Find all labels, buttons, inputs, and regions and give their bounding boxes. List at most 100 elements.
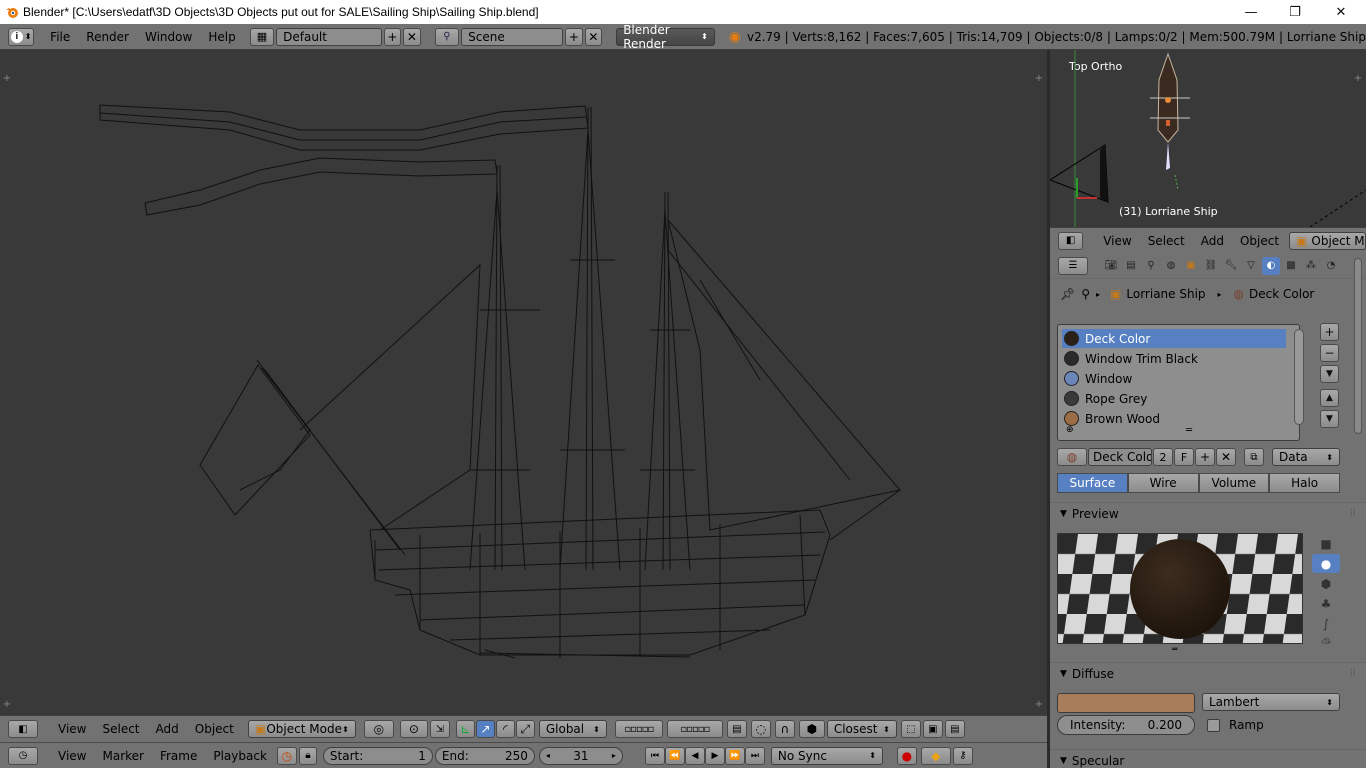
new-material-button[interactable]: + [1195, 448, 1215, 466]
translate-manipulator-button[interactable]: ⊾ [455, 720, 475, 738]
mini-menu-add[interactable]: Add [1193, 234, 1232, 248]
unlink-material-button[interactable]: ✕ [1216, 448, 1236, 466]
manipulator-toggle[interactable]: ⇲ [429, 720, 450, 738]
list-filter-icon[interactable]: ⊕ [1066, 425, 1074, 435]
particles-tab-icon[interactable]: ⁂ [1302, 257, 1320, 275]
transform-orientation-select[interactable]: Global ⬍ [538, 720, 607, 738]
arc-manipulator-button[interactable]: ◜ [495, 720, 515, 738]
menu-render[interactable]: Render [78, 30, 137, 44]
editor-type-info-button[interactable]: i ⬍ [8, 27, 35, 46]
material-list-scrollbar[interactable] [1294, 329, 1304, 425]
material-link-select[interactable]: Data ⬍ [1272, 448, 1340, 466]
layers-group-2[interactable]: ▫▫▫▫▫ [666, 720, 723, 738]
move-slot-up-button[interactable]: ▲ [1320, 389, 1339, 407]
scale-manipulator-button[interactable]: ⤢ [515, 720, 535, 738]
pin-icon[interactable]: 📌︎ [1060, 287, 1075, 301]
snap-element-select[interactable]: ⬢ [798, 720, 825, 738]
use-preview-range-button[interactable]: ◷ [276, 746, 297, 765]
render-engine-select[interactable]: Blender Render ⬍ [616, 23, 715, 51]
sync-mode-select[interactable]: No Sync ⬍ [770, 746, 883, 765]
tab-surface[interactable]: Surface [1057, 473, 1128, 493]
auto-keyframe-button[interactable]: ● [896, 746, 917, 765]
preview-hair-button[interactable]: ∫ [1312, 614, 1340, 633]
physics-tab-icon[interactable]: ◔ [1322, 257, 1340, 275]
viewport-shading-select[interactable]: ◎ [363, 720, 394, 738]
preview-sphere-button[interactable]: ● [1312, 554, 1340, 573]
move-slot-down-button[interactable]: ▼ [1320, 410, 1339, 428]
keying-set-button[interactable]: ◆ [920, 746, 951, 765]
properties-scrollbar[interactable] [1354, 258, 1362, 434]
timeline-menu-frame[interactable]: Frame [152, 749, 205, 763]
ship-wireframe-model[interactable] [0, 50, 1048, 715]
viewport-menu-select[interactable]: Select [94, 722, 147, 736]
top-ortho-viewport[interactable]: Top Ortho (31) Lorriane Ship + [1050, 50, 1366, 227]
proportional-edit-button[interactable]: ◌ [750, 720, 771, 738]
specular-panel-header[interactable]: ▼ Specular [1050, 749, 1366, 768]
lock-frame-button[interactable]: 🔒︎ [298, 746, 317, 765]
viewport-menu-object[interactable]: Object [187, 722, 242, 736]
scene-field[interactable]: Scene [461, 27, 564, 46]
remove-material-slot-button[interactable]: − [1320, 344, 1339, 362]
material-slots-list[interactable]: Deck Color Window Trim Black Window Rope… [1057, 324, 1304, 441]
intensity-slider[interactable]: Intensity: 0.200 [1057, 715, 1195, 735]
timeline-menu-marker[interactable]: Marker [94, 749, 151, 763]
fake-user-button[interactable]: F [1174, 448, 1194, 466]
tab-halo[interactable]: Halo [1269, 473, 1340, 493]
material-slot-deck-color[interactable]: Deck Color [1062, 329, 1286, 348]
rotate-manipulator-button[interactable]: ↗ [475, 720, 495, 738]
pivot-point-select[interactable]: ⊙ [399, 720, 428, 738]
timeline-menu-playback[interactable]: Playback [205, 749, 275, 763]
drag-handle-icon[interactable]: ⠿ [1349, 669, 1356, 679]
preview-flat-button[interactable]: ■ [1312, 534, 1340, 553]
mini-menu-select[interactable]: Select [1140, 234, 1193, 248]
mini-menu-view[interactable]: View [1095, 234, 1139, 248]
ship-top-view-model[interactable] [1050, 50, 1366, 227]
layers-group-1[interactable]: ▫▫▫▫▫ [614, 720, 663, 738]
render-layers-tab-icon[interactable]: ▤ [1122, 257, 1140, 275]
delete-screen-button[interactable]: ✕ [403, 27, 421, 46]
texture-tab-icon[interactable]: ▩ [1282, 257, 1300, 275]
minimize-button[interactable]: — [1228, 0, 1274, 24]
jump-keyframe-forward-button[interactable]: ⏩ [724, 746, 745, 765]
mini-menu-object[interactable]: Object [1232, 234, 1287, 248]
start-frame-field[interactable]: Start: 1 [322, 746, 433, 765]
material-users-button[interactable]: 2 [1153, 448, 1173, 466]
render-tab-icon[interactable]: 📷︎ [1102, 257, 1120, 275]
preview-monkey-button[interactable]: ♣ [1312, 594, 1340, 613]
modifiers-tab-icon[interactable]: 🔧︎ [1222, 257, 1240, 275]
layer-lock-button[interactable]: ▤ [726, 720, 747, 738]
material-slot-window-trim-black[interactable]: Window Trim Black [1062, 349, 1286, 368]
mini-object-mode-select[interactable]: ▣ Object Mode [1289, 231, 1366, 250]
tab-wire[interactable]: Wire [1127, 473, 1199, 493]
scene-browse-button[interactable]: ⚲ [434, 27, 460, 46]
3d-viewport[interactable]: + + + + [0, 50, 1048, 715]
material-slot-brown-wood[interactable]: Brown Wood [1062, 409, 1286, 428]
current-frame-field[interactable]: ◂ 31 ▸ [538, 746, 623, 765]
object-tab-icon[interactable]: ▣ [1182, 257, 1200, 275]
diffuse-color-swatch[interactable] [1057, 693, 1195, 713]
material-specials-button[interactable]: ▼ [1320, 365, 1339, 383]
material-slot-window[interactable]: Window [1062, 369, 1286, 388]
scene-tab-icon[interactable]: ⚲ [1142, 257, 1160, 275]
timeline-menu-view[interactable]: View [50, 749, 94, 763]
preview-cube-button[interactable]: ⬢ [1312, 574, 1340, 593]
material-tab-icon[interactable]: ◐ [1262, 256, 1280, 275]
preview-panel-header[interactable]: ▼ Preview ⠿ [1050, 502, 1366, 524]
maximize-button[interactable]: ❐ [1272, 0, 1318, 24]
preview-resize-handle-icon[interactable]: ═ [1172, 645, 1177, 655]
world-tab-icon[interactable]: ◍ [1162, 257, 1180, 275]
viewport-menu-add[interactable]: Add [148, 722, 187, 736]
snap-target-select[interactable]: Closest ⬍ [826, 720, 897, 738]
drag-handle-icon[interactable]: ⠿ [1349, 509, 1356, 519]
menu-window[interactable]: Window [137, 30, 200, 44]
end-frame-field[interactable]: End: 250 [434, 746, 535, 765]
browse-material-button[interactable]: ◍ [1057, 448, 1087, 466]
material-slot-rope-grey[interactable]: Rope Grey [1062, 389, 1286, 408]
ramp-checkbox[interactable] [1207, 718, 1220, 732]
menu-file[interactable]: File [42, 30, 78, 44]
preview-sky-button[interactable]: ⛅︎ [1312, 634, 1340, 653]
keyframe-insert-button[interactable]: ⚷ [952, 746, 973, 765]
snap-toggle-button[interactable]: ∩ [774, 720, 795, 738]
screen-layout-field[interactable]: Default [276, 27, 382, 46]
jump-start-button[interactable]: ⏮ [644, 746, 665, 765]
